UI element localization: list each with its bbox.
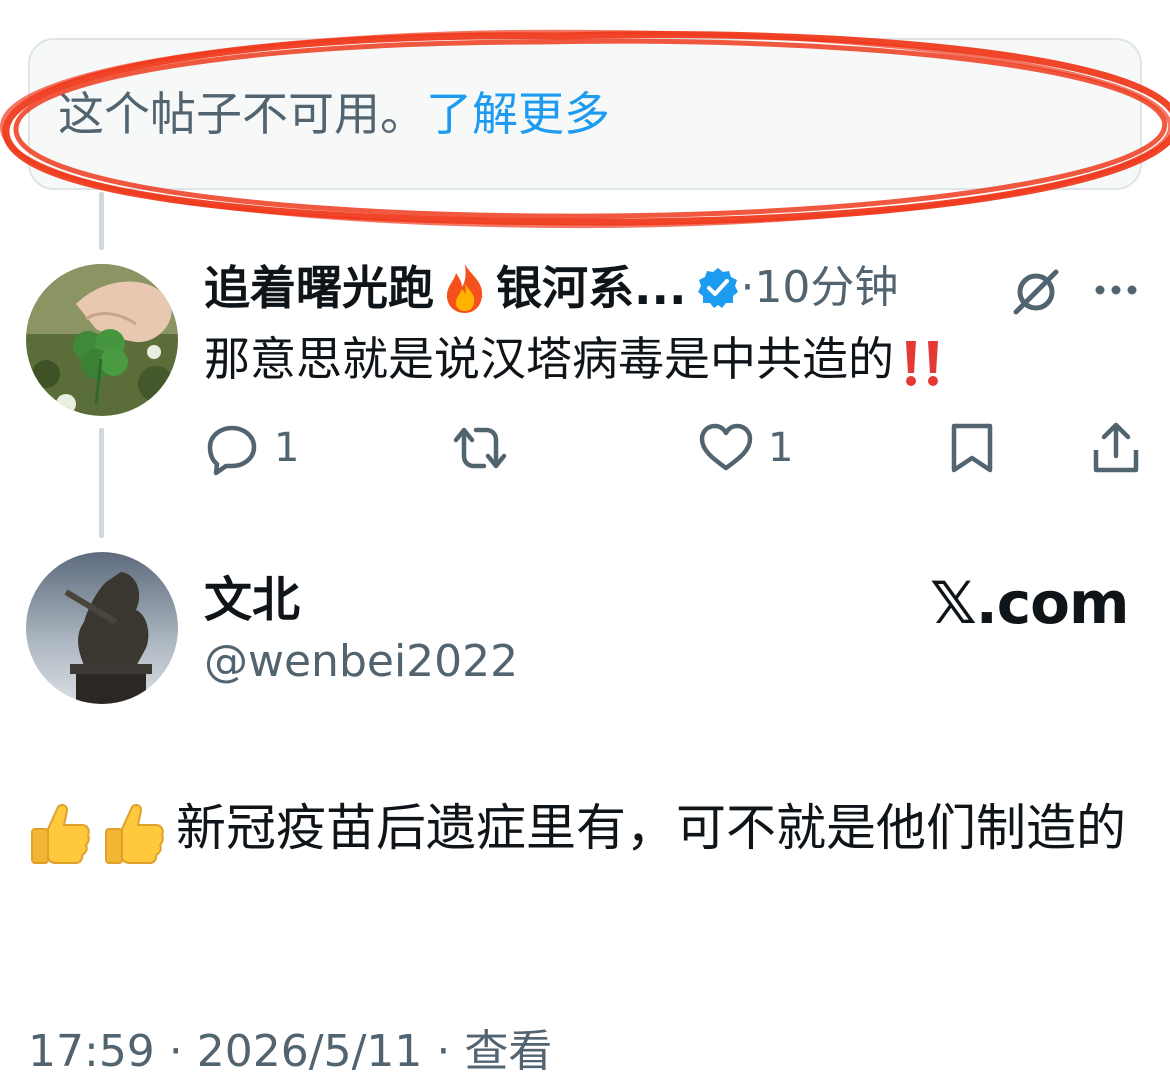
bookmark-action[interactable] [944,418,1000,478]
meta-separator: · [154,1026,197,1073]
like-action[interactable]: 1 [698,418,793,478]
post-author-avatar[interactable] [26,552,178,704]
reply-header: 追着曙光跑 银河系... ·10分钟 [204,256,964,320]
reply-action[interactable]: 1 [204,418,299,478]
reply-text-body: 那意思就是说汉塔病毒是中共造的 [204,332,894,386]
more-icon[interactable] [1092,270,1140,310]
post-meta: 17:59 · 2026/5/11 · 查看 [28,1022,552,1073]
meta-separator: · [422,1026,465,1073]
post-author-name[interactable]: 文北 [204,570,300,630]
repost-icon [453,427,507,469]
like-icon [699,423,753,471]
reply-display-name[interactable]: 追着曙光跑 [204,261,434,315]
reply-avatar[interactable] [26,264,178,416]
thread-line-bottom [99,428,104,538]
thumbs-up-emoji [31,803,90,864]
fire-emoji-icon [446,264,483,313]
brand-text: 𝕏.com [930,569,1129,637]
reply-count: 1 [274,425,300,471]
reply-icon [207,425,257,476]
notice-text-line: 这个帖子不可用。了解更多 [58,84,610,144]
verified-badge-icon [698,268,739,308]
thread-line-top [99,192,104,250]
like-count: 1 [768,425,794,471]
bookmark-icon [951,423,993,473]
post-time[interactable]: 17:59 [28,1026,155,1073]
reply-text: 那意思就是说汉塔病毒是中共造的 [204,328,950,391]
reply-time[interactable]: 10分钟 [754,262,898,313]
grok-icon[interactable] [1010,266,1062,318]
share-action[interactable] [1088,418,1144,478]
repost-action[interactable] [452,418,508,478]
notice-message: 这个帖子不可用。 [58,87,426,141]
unavailable-post-notice: 这个帖子不可用。了解更多 [28,38,1142,190]
double-exclamation-emoji [906,340,938,386]
thumbs-up-emoji [105,803,164,864]
post-date[interactable]: 2026/5/11 [197,1026,423,1073]
post-text: 新冠疫苗后遗症里有，可不就是他们制造的 [28,790,1148,866]
x-brand-logo: 𝕏.com [930,568,1129,638]
view-link[interactable]: 查看 [464,1026,552,1073]
share-icon [1093,422,1139,473]
post-text-body: 新冠疫苗后遗症里有，可不就是他们制造的 [176,799,1126,857]
learn-more-link[interactable]: 了解更多 [426,87,610,141]
reply-display-name-suffix[interactable]: 银河系... [496,261,686,315]
post-author-handle[interactable]: @wenbei2022 [204,632,518,692]
header-separator: · [740,262,755,313]
